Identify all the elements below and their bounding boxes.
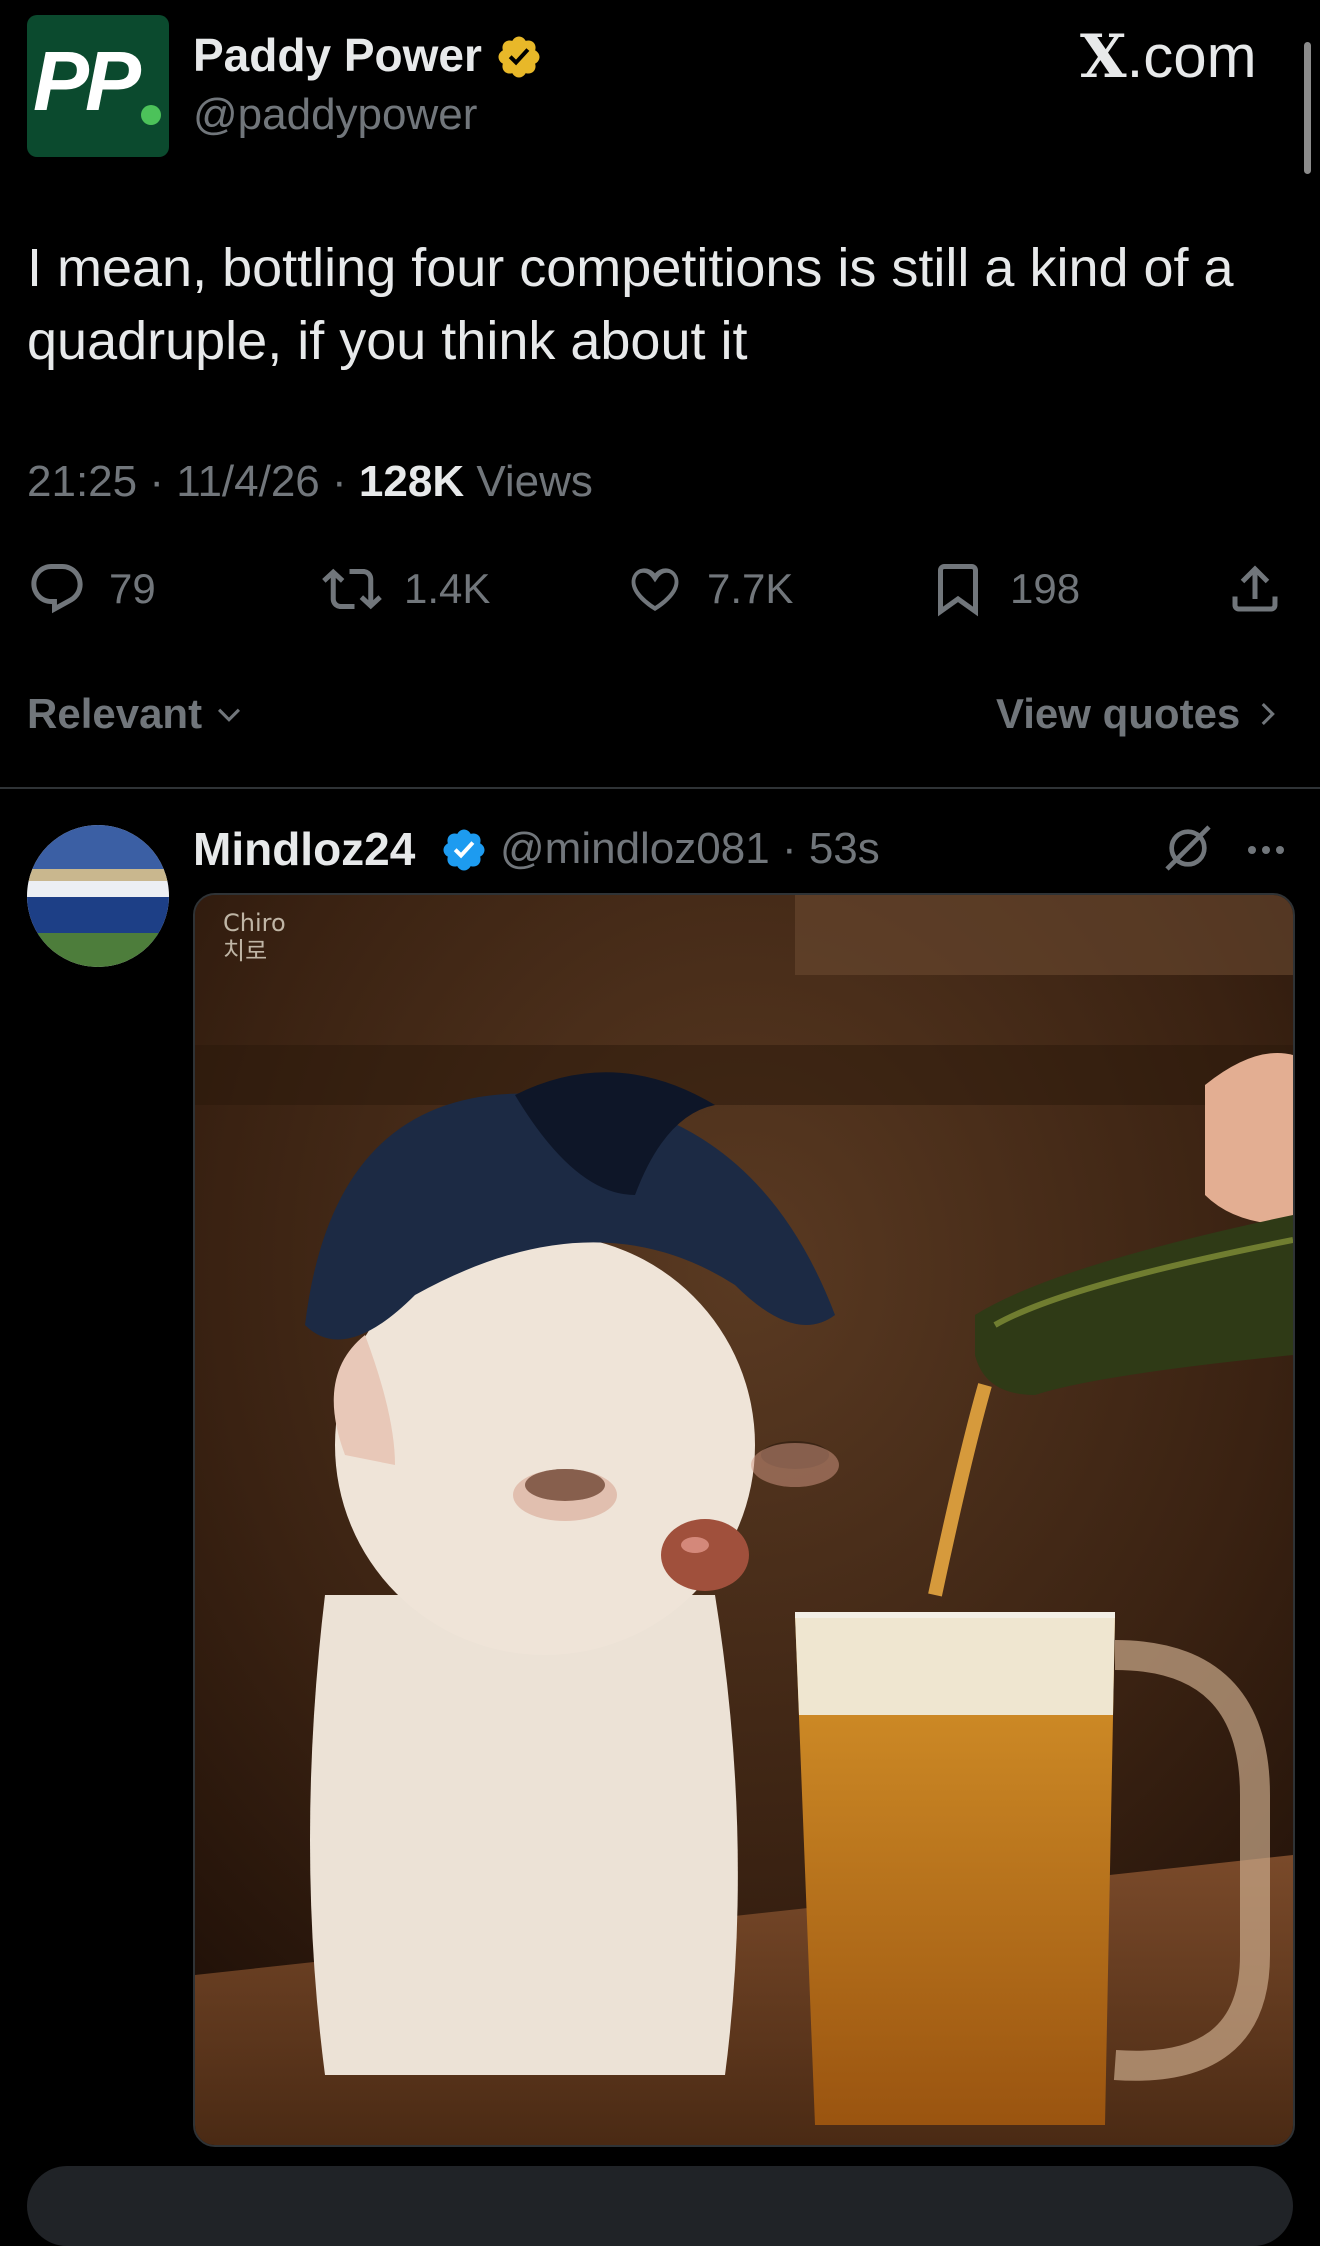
reply-author-handle[interactable]: @mindloz081	[500, 824, 770, 873]
author-name[interactable]: Paddy Power	[193, 28, 482, 82]
tweet-text: I mean, bottling four competitions is st…	[27, 238, 1234, 371]
chevron-down-icon	[218, 708, 241, 722]
bookmark-button[interactable]: 198	[928, 555, 1080, 623]
avatar-bg-band	[27, 869, 169, 881]
more-options-icon[interactable]	[1242, 826, 1290, 874]
watermark-line2: 치로	[223, 937, 268, 965]
sort-relevant-dropdown[interactable]: Relevant	[27, 690, 246, 738]
grok-icon[interactable]	[1160, 820, 1216, 876]
view-quotes-label: View quotes	[996, 690, 1241, 737]
bookmark-count: 198	[1010, 565, 1081, 612]
repost-count: 1.4K	[404, 565, 491, 612]
reply-count: 79	[109, 565, 156, 612]
reply-composer-bar[interactable]	[27, 2166, 1293, 2246]
heart-icon	[631, 568, 679, 611]
sort-label: Relevant	[27, 690, 203, 737]
tweet-time[interactable]: 21:25	[27, 457, 137, 506]
repost-button[interactable]: 1.4K	[322, 555, 490, 623]
reply-sep: ·	[781, 824, 797, 873]
reply-media-image[interactable]: Chiro 치로	[193, 893, 1295, 2147]
reply-icon	[31, 564, 83, 614]
avatar-bg-bottom	[27, 933, 169, 967]
reply-button[interactable]: 79	[27, 555, 156, 623]
paddypower-avatar[interactable]: PP	[27, 15, 169, 157]
tweet-date[interactable]: 11/4/26	[176, 457, 320, 506]
view-quotes-link[interactable]: View quotes	[996, 690, 1284, 738]
site-brand: X.com	[1080, 22, 1257, 92]
author-handle[interactable]: @paddypower	[193, 90, 477, 140]
tweet-meta: 21:25 · 11/4/26 · 128K Views	[27, 457, 593, 507]
site-brand-text: X.com	[1080, 22, 1257, 92]
divider	[0, 787, 1320, 789]
verified-gold-badge-icon	[498, 36, 540, 78]
views-label: Views	[476, 457, 593, 506]
reply-time[interactable]: 53s	[809, 824, 880, 873]
reply-avatar[interactable]	[27, 825, 169, 967]
share-icon	[1232, 565, 1278, 612]
share-button[interactable]	[1225, 555, 1285, 623]
chevron-right-icon	[1261, 702, 1276, 726]
image-watermark: Chiro 치로	[223, 909, 286, 965]
verified-blue-badge-icon	[443, 829, 485, 871]
pp-logo-dot	[141, 105, 161, 125]
repost-icon	[322, 568, 382, 610]
watermark-line1: Chiro	[223, 909, 286, 937]
meta-sep: ·	[332, 457, 347, 506]
avatar-bg-top	[27, 825, 169, 873]
like-button[interactable]: 7.7K	[625, 555, 793, 623]
like-count: 7.7K	[707, 565, 794, 612]
bookmark-icon	[938, 564, 978, 617]
views-count: 128K	[358, 457, 465, 506]
chihuahua-beer-photo	[195, 895, 1293, 2145]
scrollbar[interactable]	[1304, 42, 1311, 174]
meta-sep: ·	[149, 457, 164, 506]
reply-author-name[interactable]: Mindloz24	[193, 822, 415, 876]
pp-logo-text: PP	[33, 34, 141, 128]
reply-handle-row: @mindloz081 · 53s	[500, 824, 880, 874]
